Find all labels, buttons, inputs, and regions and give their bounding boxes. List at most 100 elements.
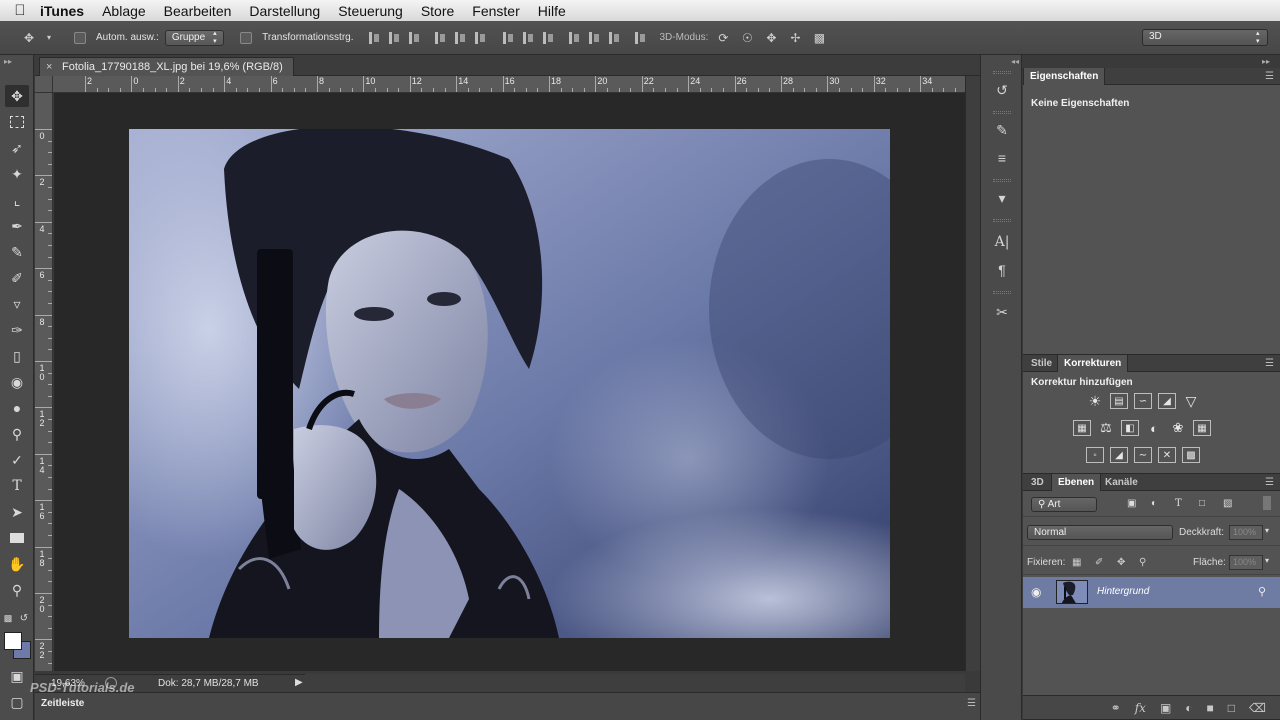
distribute-vcenter-icon[interactable] — [520, 30, 536, 46]
align-right-icon[interactable] — [472, 30, 488, 46]
exposure-icon[interactable]: ◢ — [1158, 393, 1176, 409]
delete-layer-icon[interactable]: ⌫ — [1249, 701, 1266, 715]
dock-grip[interactable] — [993, 291, 1011, 294]
dock-grip[interactable] — [993, 219, 1011, 222]
auto-select-dropdown[interactable]: Gruppe — [164, 29, 225, 46]
align-left-icon[interactable] — [432, 30, 448, 46]
curves-icon[interactable]: ∽ — [1134, 393, 1152, 409]
filter-pixel-icon[interactable]: ▣ — [1127, 498, 1136, 509]
dock-grip[interactable] — [993, 111, 1011, 114]
menu-hilfe[interactable]: Hilfe — [538, 3, 566, 19]
brightness-contrast-icon[interactable]: ☀ — [1086, 393, 1104, 409]
foreground-color-swatch[interactable] — [4, 632, 22, 650]
lock-transparent-icon[interactable]: ▦ — [1072, 557, 1083, 568]
align-hcenter-icon[interactable] — [452, 30, 468, 46]
vertical-scrollbar[interactable] — [965, 76, 980, 671]
tab-eigenschaften[interactable]: Eigenschaften — [1023, 68, 1106, 85]
dodge-tool-icon[interactable]: ⚲ — [5, 423, 29, 445]
tab-korrekturen[interactable]: Korrekturen — [1057, 355, 1129, 372]
link-layers-icon[interactable]: ⚭ — [1111, 701, 1121, 715]
gradient-map-icon[interactable]: ▩ — [1182, 447, 1200, 463]
dock-grip[interactable] — [993, 179, 1011, 182]
menu-bearbeiten[interactable]: Bearbeiten — [164, 3, 232, 19]
menu-steuerung[interactable]: Steuerung — [338, 3, 403, 19]
new-layer-icon[interactable]: □ — [1228, 701, 1235, 715]
rectangle-tool-icon[interactable] — [5, 527, 29, 549]
tab-ebenen[interactable]: Ebenen — [1051, 474, 1102, 491]
layers-menu-icon[interactable]: ☰ — [1265, 474, 1274, 491]
auto-align-icon[interactable] — [632, 30, 648, 46]
menu-app-name[interactable]: iTunes — [40, 3, 84, 19]
black-white-icon[interactable]: ◧ — [1121, 420, 1139, 436]
3d-slide-icon[interactable]: ✢ — [786, 29, 804, 47]
menu-darstellung[interactable]: Darstellung — [249, 3, 320, 19]
distribute-hcenter-icon[interactable] — [586, 30, 602, 46]
paragraph-panel-icon[interactable]: ¶ — [990, 259, 1014, 281]
crop-tool-icon[interactable]: ⌞ — [5, 189, 29, 211]
brush-panel-icon[interactable]: ✎ — [990, 119, 1014, 141]
filter-adjustment-icon[interactable]: ◐ — [1151, 498, 1157, 509]
menu-ablage[interactable]: Ablage — [102, 3, 146, 19]
history-panel-icon[interactable]: ↺ — [990, 79, 1014, 101]
tab-3d[interactable]: 3D — [1025, 474, 1050, 491]
document-tab[interactable]: × Fotolia_17790188_XL.jpg bei 19,6% (RGB… — [39, 57, 294, 76]
brush-presets-icon[interactable]: ≡ — [990, 147, 1014, 169]
character-panel-icon[interactable]: A| — [990, 231, 1014, 253]
horizontal-ruler[interactable]: 2 0 2 4 6 8 10 12 14 16 18 20 22 24 26 28 30 32 34 — [53, 76, 965, 93]
threshold-icon[interactable]: ∼ — [1134, 447, 1152, 463]
timeline-tab[interactable]: Zeitleiste — [41, 698, 84, 709]
posterize-icon[interactable]: ◢ — [1110, 447, 1128, 463]
auto-select-checkbox[interactable] — [74, 31, 86, 44]
type-tool-icon[interactable]: T — [5, 475, 29, 497]
3d-drag-icon[interactable]: ✥ — [762, 29, 780, 47]
tab-stile[interactable]: Stile — [1025, 355, 1058, 372]
marquee-tool-icon[interactable] — [5, 111, 29, 133]
move-tool-preset-icon[interactable]: ✥ — [20, 29, 38, 47]
menu-store[interactable]: Store — [421, 3, 454, 19]
zoom-tool-icon[interactable]: ⚲ — [5, 579, 29, 601]
brush-tool-icon[interactable]: ✐ — [5, 267, 29, 289]
ruler-origin[interactable] — [35, 76, 53, 93]
document-image[interactable] — [129, 129, 890, 638]
distribute-left-icon[interactable] — [566, 30, 582, 46]
status-menu-arrow-icon[interactable]: ▶ — [295, 677, 303, 688]
color-balance-icon[interactable]: ⚖ — [1097, 420, 1115, 436]
channel-mixer-icon[interactable]: ❀ — [1169, 420, 1187, 436]
paint-bucket-tool-icon[interactable]: ◉ — [5, 371, 29, 393]
horizontal-scrollbar[interactable] — [305, 674, 965, 692]
dock-grip[interactable] — [993, 71, 1011, 74]
menu-fenster[interactable]: Fenster — [472, 3, 519, 19]
swap-colors-icon[interactable]: ↺ — [17, 607, 31, 629]
filter-smartobject-icon[interactable]: ▧ — [1223, 498, 1232, 509]
align-bottom-icon[interactable] — [406, 30, 422, 46]
new-adjustment-layer-icon[interactable]: ◐ — [1185, 701, 1192, 715]
fill-slider-arrow-icon[interactable]: ▾ — [1265, 556, 1269, 565]
move-tool-icon[interactable]: ✥ — [5, 85, 29, 107]
healing-brush-tool-icon[interactable]: ✎ — [5, 241, 29, 263]
layer-row-hintergrund[interactable]: ◉ Hintergrund ⚲ — [1023, 577, 1280, 608]
add-mask-icon[interactable]: ▣ — [1160, 701, 1171, 715]
hand-tool-icon[interactable]: ✋ — [5, 553, 29, 575]
transform-controls-checkbox[interactable] — [240, 31, 253, 44]
vibrance-icon[interactable]: ▽ — [1182, 393, 1200, 409]
timeline-menu-icon[interactable]: ☰ — [967, 698, 976, 709]
workspace-dropdown[interactable]: 3D — [1142, 29, 1268, 46]
3d-scale-icon[interactable]: ▩ — [810, 29, 828, 47]
layer-filter-type-dropdown[interactable]: ⚲ Art — [1031, 497, 1097, 512]
properties-menu-icon[interactable]: ☰ — [1265, 68, 1274, 85]
eraser-tool-icon[interactable]: ▯ — [5, 345, 29, 367]
levels-icon[interactable]: ▤ — [1110, 393, 1128, 409]
pen-tool-icon[interactable]: ✓ — [5, 449, 29, 471]
history-brush-tool-icon[interactable]: ✑ — [5, 319, 29, 341]
fill-input[interactable]: 100% — [1229, 555, 1263, 570]
selective-color-icon[interactable]: ✕ — [1158, 447, 1176, 463]
clone-source-icon[interactable]: ▾ — [990, 187, 1014, 209]
preset-dropdown-arrow-icon[interactable]: ▾ — [44, 29, 54, 47]
quick-selection-tool-icon[interactable]: ✦ — [5, 163, 29, 185]
default-colors-icon[interactable]: ▩ — [1, 607, 15, 629]
quick-mask-icon[interactable]: ▣ — [5, 665, 29, 687]
3d-roll-icon[interactable]: ☉ — [738, 29, 756, 47]
new-group-icon[interactable]: ■ — [1207, 701, 1214, 715]
tab-kanaele[interactable]: Kanäle — [1099, 474, 1144, 491]
photo-filter-icon[interactable]: ◐ — [1145, 420, 1163, 436]
